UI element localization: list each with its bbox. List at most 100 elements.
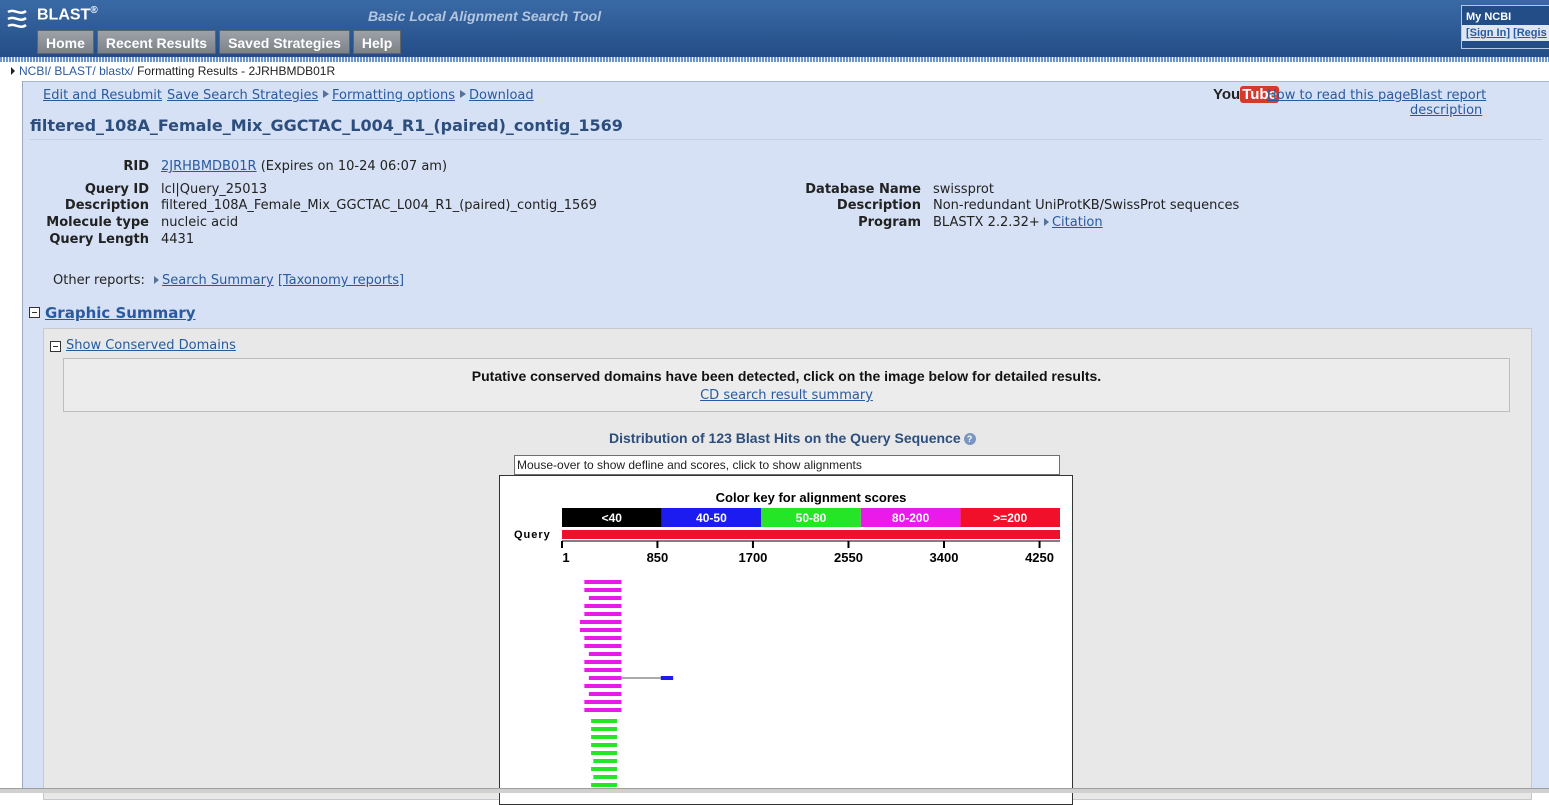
hit-bar (584, 588, 622, 592)
hit-bar (584, 604, 622, 608)
query-length-value: 4431 (161, 232, 195, 247)
breadcrumb-blastx-link[interactable]: blastx/ (99, 64, 134, 78)
alignment-hits-svg[interactable]: Color key for alignment scores <40 40-50 50… (500, 476, 1072, 804)
other-reports-label: Other reports: (53, 273, 145, 288)
hit-bar (584, 612, 622, 616)
hit-bar (584, 660, 622, 664)
hit-bar (593, 775, 617, 779)
report-description-link[interactable]: Blast report description (1410, 88, 1549, 118)
hit-bar (591, 751, 617, 755)
hit-bar (579, 620, 622, 624)
rid-link[interactable]: 2JRHBMDB01R (161, 159, 257, 174)
hit-bar (588, 652, 622, 656)
app-header: BLAST® Basic Local Alignment Search Tool… (0, 0, 1549, 62)
hit-bar (584, 708, 622, 712)
hit-bar (591, 727, 617, 731)
expand-arrow-icon (460, 90, 466, 98)
my-ncbi-title[interactable]: My NCBI (1462, 6, 1549, 25)
results-panel: Edit and Resubmit Save Search Strategies… (23, 81, 1549, 805)
hit-defline-field[interactable] (514, 455, 1060, 475)
hit-bar (584, 700, 622, 704)
breadcrumb-ncbi-link[interactable]: NCBI/ (19, 64, 51, 78)
hit-bar (591, 743, 617, 747)
nav-recent-results-button[interactable]: Recent Results (96, 30, 217, 54)
axis-tick-label: 1700 (738, 550, 767, 565)
expand-arrow-icon (154, 276, 160, 284)
app-tagline: Basic Local Alignment Search Tool (368, 8, 602, 24)
hit-bar (588, 596, 622, 600)
axis-tick-label: 2550 (834, 550, 863, 565)
blast-logo-icon (7, 9, 27, 28)
database-description-label: Description (836, 198, 921, 213)
download-toggle[interactable]: Download (460, 88, 534, 103)
bottom-scroll-strip (0, 788, 1549, 793)
my-ncbi-links: [Sign In] [Regis (1462, 25, 1549, 41)
app-name[interactable]: BLAST® (37, 5, 98, 24)
hit-bar (588, 692, 622, 696)
nav-home-button[interactable]: Home (37, 30, 94, 54)
hit-bar (591, 767, 617, 771)
query-id-label: Query ID (84, 182, 149, 197)
axis-tick-label: 4250 (1025, 550, 1054, 565)
hit-bar (591, 735, 617, 739)
axis-tick-label: 850 (647, 550, 669, 565)
expand-arrow-icon (1043, 218, 1049, 226)
hit-bar (660, 676, 674, 680)
hit-bar (584, 636, 622, 640)
main-nav: Home Recent Results Saved Strategies Hel… (37, 30, 402, 54)
taxonomy-reports-link[interactable]: [Taxonomy reports] (278, 273, 404, 288)
graphic-summary-link[interactable]: Graphic Summary (45, 304, 196, 322)
breadcrumb-current: Formatting Results - 2JRHBMDB01R (137, 64, 336, 78)
query-id-value: lcl|Query_25013 (161, 182, 268, 197)
color-key-label: 80-200 (892, 511, 930, 525)
cd-search-summary-link[interactable]: CD search result summary (700, 388, 873, 403)
program-label: Program (858, 215, 921, 230)
page-title: filtered_108A_Female_Mix_GGCTAC_L004_R1_… (30, 116, 623, 135)
hit-bar (584, 668, 622, 672)
axis-tick-label: 3400 (930, 550, 959, 565)
axis-tick-label: 1 (562, 550, 569, 565)
color-key-label: 50-80 (796, 511, 827, 525)
hit-bar (584, 684, 622, 688)
registered-mark: ® (90, 5, 98, 16)
query-bar (562, 530, 1060, 539)
title-divider (30, 139, 1542, 140)
collapse-conserved-domains-icon[interactable] (50, 341, 61, 352)
hit-bar (584, 580, 622, 584)
how-to-read-link[interactable]: How to read this page (1267, 88, 1410, 103)
formatting-options-link[interactable]: Formatting options (332, 88, 455, 103)
expand-arrow-icon (323, 90, 329, 98)
hit-bar (593, 759, 617, 763)
download-link[interactable]: Download (469, 88, 534, 103)
edit-resubmit-link[interactable]: Edit and Resubmit (43, 88, 162, 103)
color-key-label: >=200 (993, 511, 1027, 525)
hit-bar (588, 676, 622, 680)
color-key-label: <40 (602, 511, 623, 525)
color-key-title: Color key for alignment scores (716, 490, 907, 505)
collapse-graphic-summary-icon[interactable] (29, 307, 40, 318)
hit-bar (584, 644, 622, 648)
hit-bar (591, 719, 617, 723)
database-name-label: Database Name (805, 182, 921, 197)
breadcrumb: NCBI/ BLAST/ blastx/ Formatting Results … (0, 62, 1549, 81)
rid-row: 2JRHBMDB01R (Expires on 10-24 06:07 am) (161, 159, 447, 174)
my-ncbi-box: My NCBI [Sign In] [Regis (1461, 5, 1549, 49)
hit-bar (579, 628, 622, 632)
register-link[interactable]: [Regis (1513, 27, 1547, 39)
nav-saved-strategies-button[interactable]: Saved Strategies (219, 30, 350, 54)
rid-label: RID (123, 159, 149, 174)
molecule-type-label: Molecule type (46, 215, 149, 230)
alignment-hits-graphic[interactable]: Color key for alignment scores <40 40-50 50… (499, 475, 1073, 805)
sign-in-link[interactable]: [Sign In] (1466, 27, 1510, 39)
search-summary-link[interactable]: Search Summary (162, 273, 274, 288)
program-row: BLASTX 2.2.32+ Citation (933, 215, 1103, 230)
save-strategies-link[interactable]: Save Search Strategies (167, 88, 318, 103)
formatting-options-toggle[interactable]: Formatting options (323, 88, 455, 103)
nav-help-button[interactable]: Help (352, 30, 402, 54)
conserved-domains-message: Putative conserved domains have been det… (471, 368, 1102, 384)
show-conserved-domains-link[interactable]: Show Conserved Domains (66, 338, 236, 353)
help-icon[interactable]: ? (963, 433, 976, 445)
breadcrumb-arrow-icon (11, 67, 15, 75)
citation-link[interactable]: Citation (1052, 215, 1103, 230)
breadcrumb-blast-link[interactable]: BLAST/ (54, 64, 95, 78)
